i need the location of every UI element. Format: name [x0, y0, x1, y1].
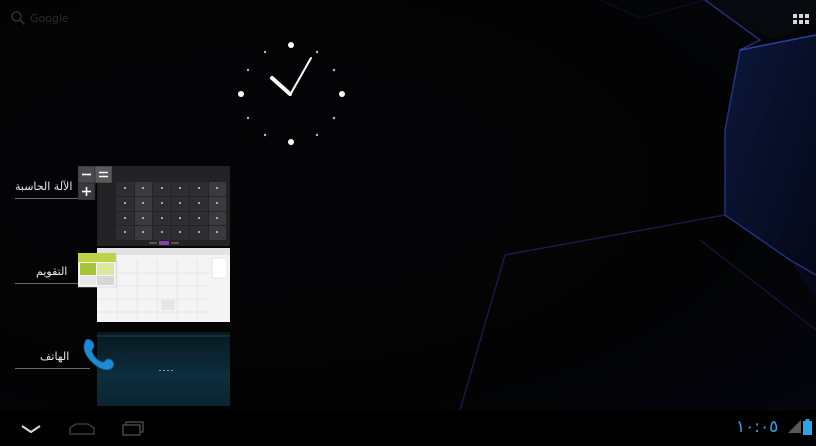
analog-clock-widget[interactable]: [235, 40, 350, 152]
home-button[interactable]: [66, 418, 98, 438]
label-underline: [15, 368, 90, 369]
recent-app-label: الآلة الحاسبة: [15, 180, 73, 193]
recent-apps-button[interactable]: [120, 418, 148, 438]
battery-icon: [803, 419, 812, 435]
label-underline: [15, 198, 78, 199]
calendar-icon: [78, 253, 117, 288]
recent-app-label: الهاتف: [40, 350, 70, 363]
search-label: Google: [30, 11, 69, 25]
home-screen: Google الآلة الحاسبة التقويم الهاتف ١٠:٠…: [0, 0, 816, 446]
apps-grid-icon[interactable]: [792, 12, 810, 26]
app-thumbnail[interactable]: [97, 166, 230, 246]
calculator-keypad-preview: [116, 182, 226, 240]
google-search-bar[interactable]: Google: [10, 8, 69, 28]
recent-app-label: التقويم: [36, 265, 68, 278]
calculator-mode-indicator: [149, 241, 179, 245]
calculator-icon: [78, 166, 113, 200]
signal-icon: [788, 420, 801, 433]
app-thumbnail[interactable]: [97, 332, 230, 406]
phone-icon: [83, 339, 115, 371]
status-time: ١٠:٠٥: [736, 417, 779, 437]
back-button[interactable]: [18, 418, 44, 438]
system-bar: ١٠:٠٥: [0, 410, 816, 446]
search-icon: [11, 11, 26, 26]
dialer-preview: [97, 335, 230, 371]
